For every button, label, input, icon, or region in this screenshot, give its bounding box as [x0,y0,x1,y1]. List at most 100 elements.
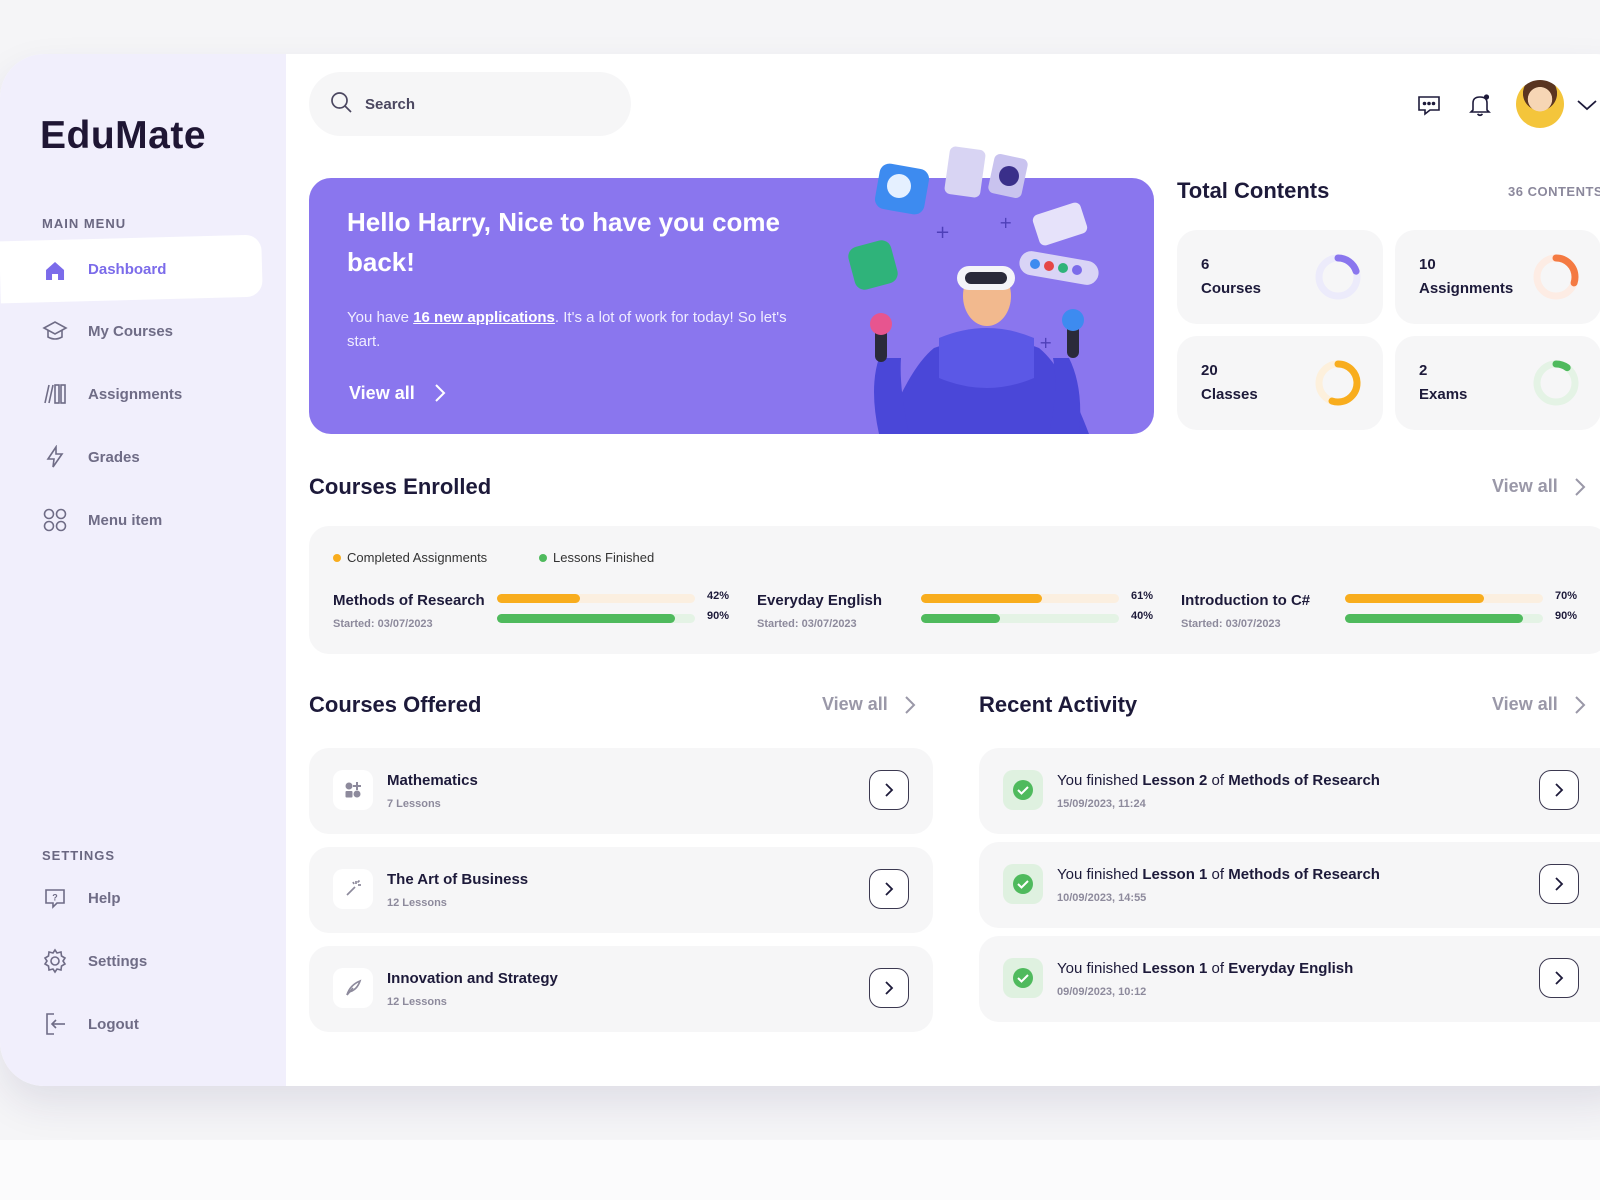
course-name: Introduction to C# [1181,592,1311,609]
new-applications-link[interactable]: 16 new applications [413,309,555,326]
app-window: EduMate MAIN MENU Dashboard My Courses A… [0,54,1600,1086]
sidebar-item-grades[interactable]: Grades [0,426,262,488]
stat-card-exams[interactable]: 2 Exams [1395,336,1600,430]
chevron-right-icon [1575,477,1586,496]
activity-time: 09/09/2023, 10:12 [1057,986,1147,998]
activity-time: 10/09/2023, 14:55 [1057,892,1147,904]
legend-dot [333,553,341,562]
assignments-percent: 70% [1555,590,1578,602]
chevron-right-icon [885,783,894,797]
lessons-progress-bar [1345,614,1543,623]
sidebar-item-label: Logout [88,1015,139,1033]
stat-card-assignments[interactable]: 10 Assignments [1395,230,1600,324]
activity-lesson: Lesson 1 [1142,960,1208,977]
activity-prefix: You finished [1057,960,1143,977]
offered-course-innovation-and-strategy[interactable]: Innovation and Strategy 12 Lessons [309,946,933,1032]
total-contents-title: Total Contents [1177,178,1330,203]
chevron-right-icon [1555,877,1564,891]
chevron-right-icon [885,882,894,896]
stat-donut [1533,360,1579,406]
open-activity-button[interactable] [1539,958,1579,998]
lessons-percent: 90% [1555,610,1578,622]
open-activity-button[interactable] [1539,770,1579,810]
chevron-right-icon [1555,783,1564,797]
shapes-icon [333,770,373,810]
check-icon [1003,958,1043,998]
welcome-text-before: You have [347,309,414,326]
stat-donut [1533,254,1579,300]
stat-label: Classes [1201,386,1258,403]
search-icon [329,90,353,119]
help-icon: ? [42,885,68,911]
assignments-progress-bar [921,594,1119,603]
avatar[interactable] [1516,80,1564,128]
welcome-banner: Hello Harry, Nice to have you come back!… [309,146,1154,434]
open-course-button[interactable] [869,968,909,1008]
stat-number: 20 [1201,362,1218,379]
svg-text:?: ? [52,893,58,903]
svg-text:+: + [935,222,950,243]
assignments-progress-bar [1345,594,1543,603]
bell-icon[interactable] [1465,90,1495,120]
activity-view-all-button[interactable]: View all [1492,694,1586,715]
offered-view-all-button[interactable]: View all [822,694,916,715]
chevron-down-icon[interactable] [1572,90,1600,120]
activity-course: Methods of Research [1228,772,1380,789]
svg-text:+: + [1039,333,1052,352]
activity-item[interactable]: You finished Lesson 1 of Everyday Englis… [979,936,1600,1022]
lesson-count: 12 Lessons [387,996,447,1008]
courses-enrolled-panel: Completed Assignments Lessons Finished M… [309,526,1600,654]
sidebar-item-assignments[interactable]: Assignments [0,363,262,425]
hero-view-all-button[interactable]: View all [349,382,447,404]
lightning-icon [42,444,68,470]
lessons-progress-bar [921,614,1119,623]
course-name: Methods of Research [333,592,485,609]
sidebar-item-menu-item[interactable]: Menu item [0,489,262,551]
course-name: The Art of Business [387,871,529,888]
activity-item[interactable]: You finished Lesson 1 of Methods of Rese… [979,842,1600,928]
course-start-date: Started: 03/07/2023 [1181,618,1281,630]
activity-description: You finished Lesson 2 of Methods of Rese… [1057,772,1380,789]
activity-item[interactable]: You finished Lesson 2 of Methods of Rese… [979,748,1600,834]
chat-icon[interactable] [1414,90,1444,120]
activity-course: Everyday English [1228,960,1354,977]
stat-number: 10 [1419,256,1436,273]
sidebar-item-label: Menu item [88,511,163,529]
view-all-label: View all [1492,476,1558,496]
sidebar-item-my-courses[interactable]: My Courses [0,300,262,362]
course-start-date: Started: 03/07/2023 [757,618,857,630]
lessons-percent: 40% [1131,610,1154,622]
enrolled-course-introduction-to-csharp[interactable]: Introduction to C# Started: 03/07/2023 7… [1181,588,1581,638]
sidebar-item-label: My Courses [88,322,174,340]
svg-text:+: + [999,213,1012,232]
search-input[interactable] [365,95,605,113]
feather-icon [333,968,373,1008]
stat-card-classes[interactable]: 20 Classes [1177,336,1383,430]
sidebar-item-logout[interactable]: Logout [0,993,262,1055]
stat-card-courses[interactable]: 6 Courses [1177,230,1383,324]
activity-time: 15/09/2023, 11:24 [1057,798,1146,810]
open-course-button[interactable] [869,770,909,810]
enrolled-view-all-button[interactable]: View all [1492,476,1586,497]
welcome-title: Hello Harry, Nice to have you come back! [347,207,780,277]
stat-donut [1315,360,1361,406]
open-activity-button[interactable] [1539,864,1579,904]
sidebar-item-help[interactable]: ? Help [0,867,262,929]
sidebar-item-settings[interactable]: Settings [0,930,262,992]
app-logo[interactable]: EduMate [40,114,206,158]
chevron-right-icon [885,981,894,995]
open-course-button[interactable] [869,869,909,909]
stat-label: Courses [1201,280,1262,297]
offered-course-art-of-business[interactable]: The Art of Business 12 Lessons [309,847,933,933]
lesson-count: 7 Lessons [387,798,441,810]
activity-lesson: Lesson 2 [1142,772,1208,789]
course-start-date: Started: 03/07/2023 [333,618,433,630]
sidebar-item-dashboard[interactable]: Dashboard [0,234,263,304]
search-bar[interactable] [309,72,631,136]
assignments-progress-bar [497,594,695,603]
offered-course-mathematics[interactable]: Mathematics 7 Lessons [309,748,933,834]
legend-completed-assignments: Completed Assignments [333,550,487,565]
enrolled-course-methods-of-research[interactable]: Methods of Research Started: 03/07/2023 … [333,588,733,638]
chevron-right-icon [1555,971,1564,985]
enrolled-course-everyday-english[interactable]: Everyday English Started: 03/07/2023 61%… [757,588,1157,638]
